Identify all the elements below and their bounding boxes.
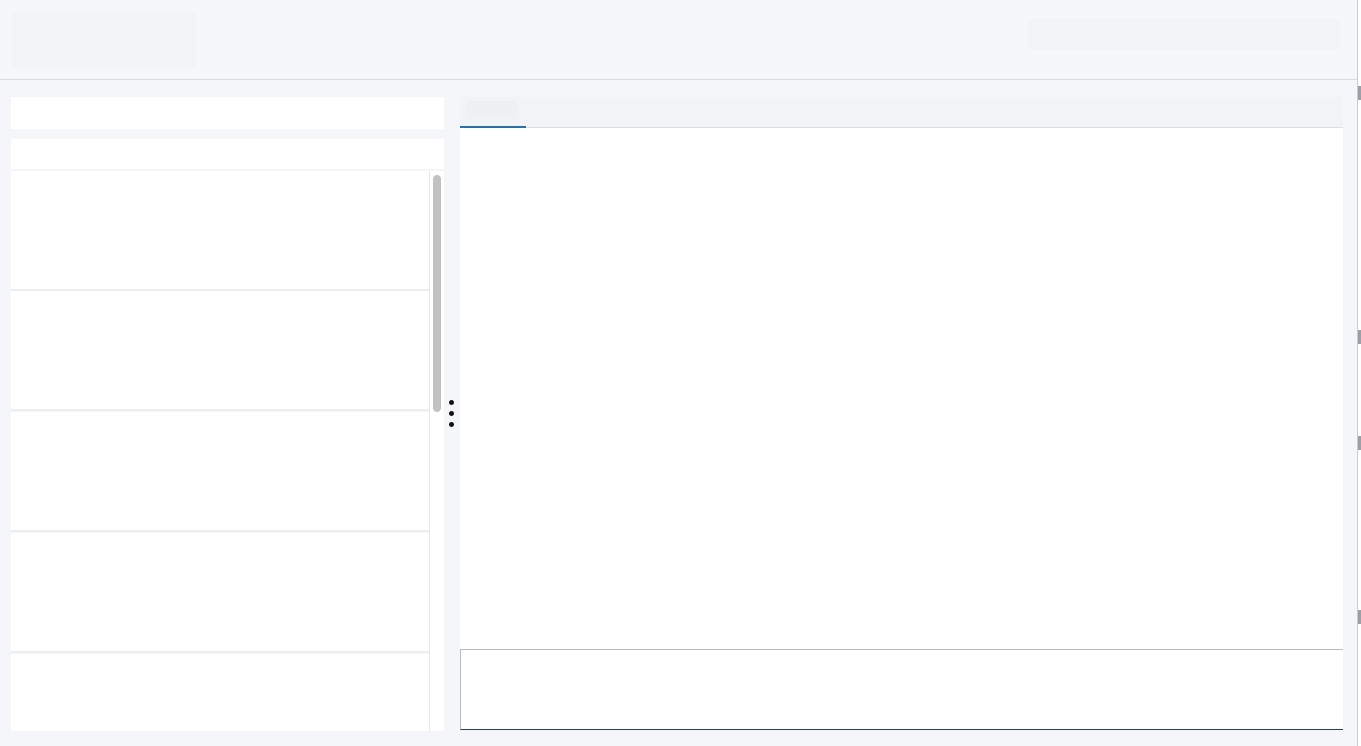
window-border bbox=[1357, 0, 1361, 746]
vertical-ellipsis-icon-dot bbox=[449, 422, 454, 427]
list-item[interactable] bbox=[11, 654, 429, 731]
header-search-input[interactable] bbox=[1028, 18, 1340, 50]
app-window bbox=[0, 0, 1358, 746]
list-filter-bar[interactable] bbox=[11, 139, 444, 169]
tab-label bbox=[467, 101, 517, 119]
panel-resize-handle[interactable] bbox=[446, 398, 458, 432]
vertical-ellipsis-icon-dot bbox=[449, 411, 454, 416]
list-item[interactable] bbox=[11, 533, 429, 653]
list-scrollbar-thumb[interactable] bbox=[433, 175, 441, 412]
app-logo[interactable] bbox=[12, 12, 196, 68]
list-item[interactable] bbox=[11, 412, 429, 532]
list-item[interactable] bbox=[11, 291, 429, 411]
vertical-ellipsis-icon bbox=[449, 400, 454, 405]
message-composer-input[interactable] bbox=[460, 649, 1343, 730]
conversation-list bbox=[11, 171, 429, 731]
list-search-input[interactable] bbox=[11, 97, 444, 129]
tab-active[interactable] bbox=[460, 97, 526, 128]
top-header bbox=[0, 0, 1358, 80]
message-content-pane bbox=[460, 128, 1343, 649]
list-item[interactable] bbox=[11, 171, 429, 291]
tab-bar bbox=[460, 97, 1343, 128]
